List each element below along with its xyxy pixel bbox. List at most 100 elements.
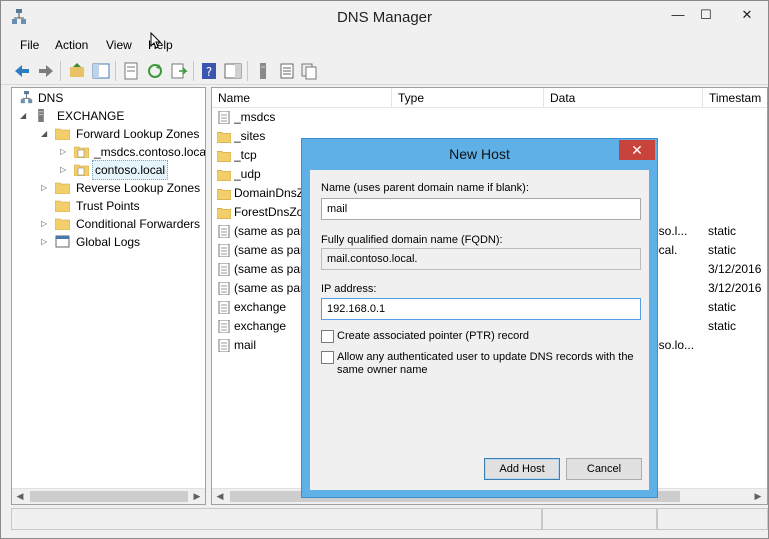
maximize-button[interactable]: ☐ — [693, 5, 719, 25]
record-icon — [218, 339, 230, 352]
scroll-thumb[interactable] — [30, 491, 188, 502]
close-button[interactable]: ✕ — [727, 5, 767, 25]
record-icon — [218, 263, 230, 276]
folder-icon — [55, 200, 70, 212]
record-name: _udp — [234, 167, 261, 181]
record-name: (same as pare — [234, 281, 304, 295]
folder-icon — [55, 218, 70, 230]
record-icon — [218, 111, 230, 124]
export-list-icon[interactable] — [169, 61, 189, 81]
record-icon — [218, 301, 230, 314]
ptr-record-checkbox[interactable] — [321, 330, 334, 343]
zone-icon — [74, 146, 89, 158]
tree-label-trust-points: Trust Points — [76, 199, 140, 213]
folder-icon — [217, 208, 231, 219]
toolbar-separator — [115, 61, 116, 81]
record-timestamp: static — [708, 300, 737, 314]
record-timestamp: static — [708, 224, 737, 238]
toolbar-separator — [247, 61, 248, 81]
menu-view[interactable]: View — [106, 38, 132, 52]
record-name: _tcp — [234, 148, 257, 162]
record-data: oso.lo... — [652, 338, 695, 352]
column-header-timestamp[interactable]: Timestam — [703, 88, 767, 108]
expand-arrow-icon[interactable]: ▷ — [60, 161, 70, 179]
record-name: (same as pare — [234, 224, 304, 238]
status-segment — [657, 508, 768, 530]
refresh-icon[interactable] — [145, 61, 165, 81]
add-host-button[interactable]: Add Host — [484, 458, 560, 480]
help-icon[interactable]: ? — [199, 61, 219, 81]
status-segment — [542, 508, 657, 530]
fqdn-label: Fully qualified domain name (FQDN): — [321, 234, 503, 246]
minimize-button[interactable]: — — [665, 5, 691, 25]
svg-text:?: ? — [206, 65, 212, 79]
ip-address-input[interactable]: 192.168.0.1 — [321, 298, 641, 320]
back-arrow-icon[interactable] — [12, 61, 32, 81]
record-data: ocal. — [652, 243, 678, 257]
zone-icon — [74, 164, 89, 176]
copy-icon[interactable] — [299, 61, 319, 81]
expand-arrow-icon[interactable]: ▷ — [41, 233, 51, 251]
forward-arrow-icon[interactable] — [36, 61, 56, 81]
column-header-type[interactable]: Type — [392, 88, 544, 108]
name-label: Name (uses parent domain name if blank): — [321, 182, 529, 194]
list-header: Name Type Data Timestam — [212, 88, 767, 108]
scroll-right-arrow-icon[interactable]: ▶ — [189, 489, 205, 504]
column-header-name[interactable]: Name — [212, 88, 392, 108]
record-name: (same as pare — [234, 262, 304, 276]
console-tree: DNS ◢ EXCHANGE ◢ Forward Lookup Zones ▷ … — [11, 87, 206, 505]
record-icon — [218, 225, 230, 238]
event-log-icon — [55, 235, 70, 248]
record-icon — [218, 282, 230, 295]
dialog-title-bar: New Host ✕ — [302, 139, 657, 169]
record-name: ForestDnsZor — [234, 205, 304, 219]
tree-label-conditional-forwarders: Conditional Forwarders — [76, 217, 201, 231]
name-input[interactable]: mail — [321, 198, 641, 220]
toolbar-separator — [193, 61, 194, 81]
collapse-arrow-icon[interactable]: ◢ — [20, 107, 30, 125]
menu-file[interactable]: File — [20, 38, 39, 52]
up-folder-icon[interactable] — [67, 61, 87, 81]
scroll-right-arrow-icon[interactable]: ▶ — [750, 489, 766, 504]
record-timestamp: 3/12/2016 — [708, 262, 762, 276]
expand-arrow-icon[interactable]: ▷ — [41, 179, 51, 197]
allow-auth-update-checkbox[interactable] — [321, 351, 334, 364]
properties-icon[interactable] — [121, 61, 141, 81]
folder-icon — [217, 189, 231, 200]
menu-bar: File Action View Help — [1, 34, 768, 56]
tree-horizontal-scrollbar[interactable]: ◀ ▶ — [12, 488, 205, 504]
folder-icon — [55, 182, 70, 194]
ip-address-label: IP address: — [321, 283, 377, 295]
new-host-dialog: New Host ✕ Name (uses parent domain name… — [301, 138, 658, 498]
show-hide-tree-icon[interactable] — [91, 61, 111, 81]
expand-arrow-icon[interactable]: ▷ — [60, 143, 70, 161]
expand-arrow-icon[interactable]: ▷ — [41, 215, 51, 233]
toolbar: ? — [1, 57, 768, 85]
scroll-left-arrow-icon[interactable]: ◀ — [212, 489, 228, 504]
tree-label-dns: DNS — [38, 91, 64, 105]
record-timestamp: static — [708, 243, 737, 257]
record-name: (same as pare — [234, 243, 304, 257]
list-view-icon[interactable] — [277, 61, 297, 81]
tree-label-global-logs: Global Logs — [76, 235, 141, 249]
server-icon[interactable] — [253, 61, 273, 81]
folder-icon — [217, 170, 231, 181]
server-icon — [38, 109, 44, 122]
scroll-left-arrow-icon[interactable]: ◀ — [12, 489, 28, 504]
collapse-arrow-icon[interactable]: ◢ — [41, 125, 51, 143]
menu-action[interactable]: Action — [55, 38, 88, 52]
action-pane-icon[interactable] — [223, 61, 243, 81]
status-segment — [11, 508, 542, 530]
record-timestamp: static — [708, 319, 737, 333]
record-timestamp: 3/12/2016 — [708, 281, 762, 295]
list-item[interactable]: _msdcs — [212, 108, 767, 127]
dialog-close-button[interactable]: ✕ — [619, 140, 655, 160]
tree-label-zone-contoso: contoso.local — [92, 160, 169, 180]
column-header-data[interactable]: Data — [544, 88, 703, 108]
record-data: oso.l... — [652, 224, 688, 238]
mouse-cursor-icon — [150, 32, 162, 49]
record-name: DomainDnsZo — [234, 186, 304, 200]
record-icon — [218, 244, 230, 257]
cancel-button[interactable]: Cancel — [566, 458, 642, 480]
ptr-record-label: Create associated pointer (PTR) record — [337, 330, 529, 342]
